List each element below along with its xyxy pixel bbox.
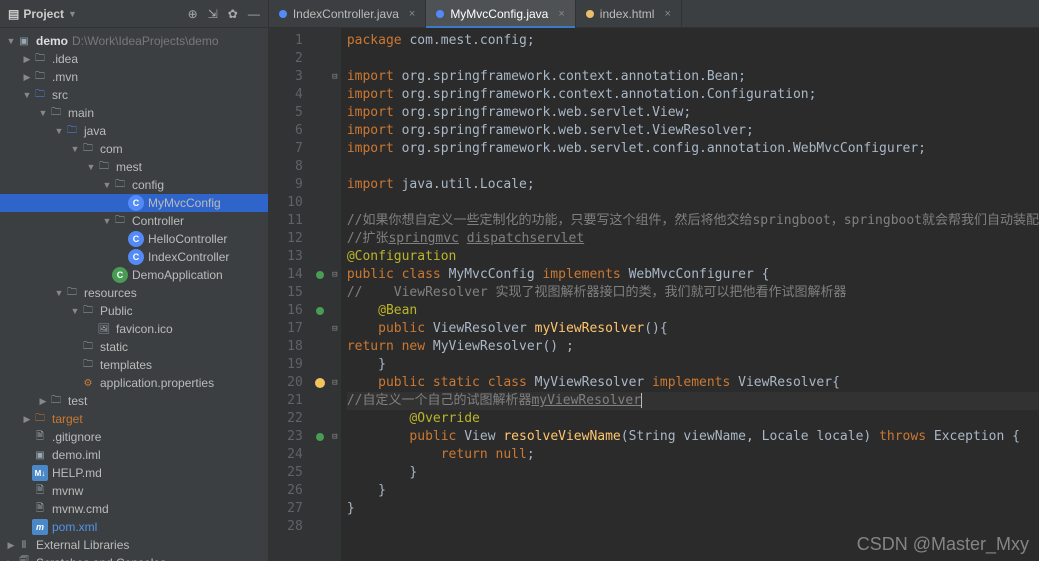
tree-mvnw[interactable]: 🗎mvnw [0, 482, 268, 500]
editor-area: IndexController.java× MyMvcConfig.java× … [269, 0, 1039, 561]
close-icon[interactable]: × [664, 8, 670, 20]
ico-file-icon: 🖼 [96, 321, 112, 337]
fold-column: ⊟⊟⊟⊟⊟ [329, 28, 341, 561]
sidebar-header: ▤ Project ▼ ⊕ ⇲ ✿ — [0, 0, 268, 28]
folder-icon: 🗀 [32, 69, 48, 85]
library-icon: ⫴ [16, 537, 32, 553]
src-folder-icon: 🗀 [32, 87, 48, 103]
settings-icon[interactable]: ✿ [228, 7, 238, 21]
tree-src[interactable]: ▼🗀src [0, 86, 268, 104]
tree-test[interactable]: ▶🗀test [0, 392, 268, 410]
package-icon: 🗀 [96, 159, 112, 175]
project-icon: ▤ [8, 7, 19, 21]
project-sidebar: ▤ Project ▼ ⊕ ⇲ ✿ — ▼▣demoD:\Work\IdeaPr… [0, 0, 269, 561]
editor-body[interactable]: 1234567891011121314151617181920212223242… [269, 28, 1039, 561]
tree-hello[interactable]: CHelloController [0, 230, 268, 248]
properties-icon: ⚙ [80, 375, 96, 391]
tree-templates[interactable]: 🗀templates [0, 356, 268, 374]
code-view[interactable]: package com.mest.config; import org.spri… [341, 28, 1039, 561]
package-icon: 🗀 [112, 177, 128, 193]
folder-icon: 🗀 [80, 357, 96, 373]
close-icon[interactable]: × [558, 8, 564, 20]
src-folder-icon: 🗀 [64, 123, 80, 139]
module-icon: ▣ [16, 33, 32, 49]
tree-idea[interactable]: ▶🗀.idea [0, 50, 268, 68]
locate-icon[interactable]: ⊕ [188, 7, 198, 21]
editor-tabs: IndexController.java× MyMvcConfig.java× … [269, 0, 1039, 28]
tab-indexcontroller[interactable]: IndexController.java× [269, 0, 427, 27]
tree-helpmd[interactable]: M↓HELP.md [0, 464, 268, 482]
project-tree[interactable]: ▼▣demoD:\Work\IdeaProjects\demo ▶🗀.idea … [0, 28, 268, 561]
maven-icon: m [32, 519, 48, 535]
folder-icon: 🗀 [48, 393, 64, 409]
scratches-icon: 🗐 [16, 555, 32, 561]
tree-mest[interactable]: ▼🗀mest [0, 158, 268, 176]
override-icon[interactable] [316, 433, 324, 441]
package-icon: 🗀 [112, 213, 128, 229]
tree-config[interactable]: ▼🗀config [0, 176, 268, 194]
tree-scratches[interactable]: ▶🗐Scratches and Consoles [0, 554, 268, 561]
chevron-down-icon: ▼ [68, 9, 77, 19]
folder-icon: 🗀 [48, 105, 64, 121]
close-icon[interactable]: × [409, 8, 415, 20]
tree-mvnwcmd[interactable]: 🗎mvnw.cmd [0, 500, 268, 518]
folder-icon: 🗀 [80, 303, 96, 319]
bulb-icon[interactable] [315, 378, 325, 388]
hide-icon[interactable]: — [248, 7, 260, 21]
package-icon: 🗀 [80, 141, 96, 157]
tree-root[interactable]: ▼▣demoD:\Work\IdeaProjects\demo [0, 32, 268, 50]
tree-extlib[interactable]: ▶⫴External Libraries [0, 536, 268, 554]
java-class-icon: C [128, 249, 144, 265]
java-class-icon: C [128, 195, 144, 211]
tab-mymvcconfig[interactable]: MyMvcConfig.java× [426, 0, 575, 27]
tree-mymvcconfig[interactable]: CMyMvcConfig [0, 194, 268, 212]
tree-main[interactable]: ▼🗀main [0, 104, 268, 122]
tree-static[interactable]: 🗀static [0, 338, 268, 356]
tree-public[interactable]: ▼🗀Public [0, 302, 268, 320]
tree-demoapp[interactable]: CDemoApplication [0, 266, 268, 284]
file-icon: 🗎 [32, 483, 48, 499]
folder-icon: 🗀 [80, 339, 96, 355]
project-dropdown[interactable]: ▤ Project ▼ [8, 7, 77, 21]
tree-index[interactable]: CIndexController [0, 248, 268, 266]
tree-mvn[interactable]: ▶🗀.mvn [0, 68, 268, 86]
tree-appprop[interactable]: ⚙application.properties [0, 374, 268, 392]
project-title: Project [23, 7, 64, 21]
watermark: CSDN @Master_Mxy [857, 534, 1029, 555]
target-folder-icon: 🗀 [32, 411, 48, 427]
tree-gitignore[interactable]: 🗎.gitignore [0, 428, 268, 446]
markdown-icon: M↓ [32, 465, 48, 481]
java-main-icon: C [112, 267, 128, 283]
file-icon: 🗎 [32, 429, 48, 445]
tree-java[interactable]: ▼🗀java [0, 122, 268, 140]
tree-pom[interactable]: mpom.xml [0, 518, 268, 536]
tree-com[interactable]: ▼🗀com [0, 140, 268, 158]
resource-folder-icon: 🗀 [64, 285, 80, 301]
file-icon: 🗎 [32, 501, 48, 517]
iml-icon: ▣ [32, 447, 48, 463]
tree-target[interactable]: ▶🗀target [0, 410, 268, 428]
folder-icon: 🗀 [32, 51, 48, 67]
tree-demoiml[interactable]: ▣demo.iml [0, 446, 268, 464]
run-gutter-icon[interactable] [316, 271, 324, 279]
html-icon [586, 10, 594, 18]
tree-favicon[interactable]: 🖼favicon.ico [0, 320, 268, 338]
tree-resources[interactable]: ▼🗀resources [0, 284, 268, 302]
java-icon [279, 10, 287, 18]
line-gutter: 1234567891011121314151617181920212223242… [269, 28, 311, 561]
expand-icon[interactable]: ⇲ [208, 7, 218, 21]
gutter-icons [311, 28, 329, 561]
tree-controller[interactable]: ▼🗀Controller [0, 212, 268, 230]
java-icon [436, 10, 444, 18]
run-gutter-icon[interactable] [316, 307, 324, 315]
tab-indexhtml[interactable]: index.html× [576, 0, 682, 27]
java-class-icon: C [128, 231, 144, 247]
